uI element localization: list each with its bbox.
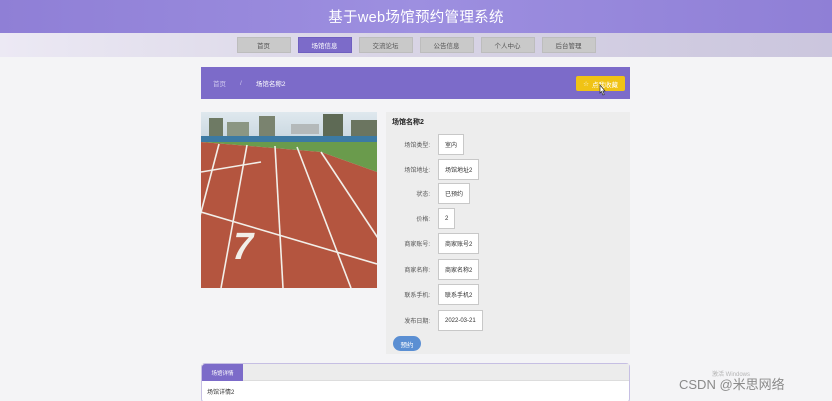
mouse-cursor-icon bbox=[599, 84, 606, 96]
field-merchant-account: 商家账号: 商家账号2 bbox=[386, 233, 630, 254]
breadcrumb: 首页 / 场馆名称2 ☆ 点我收藏 bbox=[201, 67, 630, 99]
field-value: 室内 bbox=[438, 134, 465, 155]
field-value: 2022-03-21 bbox=[438, 310, 483, 331]
tab-venue-detail[interactable]: 场馆详情 bbox=[202, 364, 243, 381]
breadcrumb-current: 场馆名称2 bbox=[255, 81, 286, 88]
field-label: 场馆地址: bbox=[404, 168, 430, 174]
field-status: 状态: 已预约 bbox=[386, 183, 630, 204]
field-venue-address: 场馆地址: 场馆地址2 bbox=[386, 159, 630, 180]
field-label: 联系手机: bbox=[404, 293, 430, 299]
field-label: 商家名称: bbox=[404, 268, 430, 274]
breadcrumb-separator: / bbox=[240, 79, 242, 87]
book-button[interactable]: 预约 bbox=[393, 336, 421, 351]
venue-info-panel: 场馆名称2 场馆类型: 室内 场馆地址: 场馆地址2 状态: 已预约 价格: 2… bbox=[386, 112, 630, 354]
field-value: 2 bbox=[438, 208, 456, 229]
field-value: 联系手机2 bbox=[438, 284, 480, 305]
nav-item-announcements[interactable]: 公告信息 bbox=[419, 37, 474, 53]
field-contact-phone: 联系手机: 联系手机2 bbox=[386, 284, 630, 305]
nav-item-home[interactable]: 首页 bbox=[236, 37, 291, 53]
venue-detail-section: 场馆详情 场馆详情2 bbox=[201, 363, 630, 401]
main-nav: 首页 场馆信息 交流论坛 公告信息 个人中心 后台管理 bbox=[0, 33, 832, 57]
nav-item-forum[interactable]: 交流论坛 bbox=[358, 37, 413, 53]
site-title: 基于web场馆预约管理系统 bbox=[328, 10, 504, 26]
field-label: 发布日期: bbox=[404, 319, 430, 325]
field-price: 价格: 2 bbox=[386, 208, 630, 229]
field-label: 商家账号: bbox=[404, 242, 430, 248]
field-value: 商家名称2 bbox=[438, 259, 480, 280]
field-label: 场馆类型: bbox=[404, 143, 430, 149]
nav-item-admin[interactable]: 后台管理 bbox=[541, 37, 596, 53]
star-icon: ☆ bbox=[583, 80, 589, 88]
field-label: 状态: bbox=[416, 192, 430, 198]
site-header: 基于web场馆预约管理系统 bbox=[0, 0, 832, 33]
csdn-watermark: CSDN @米思网络 bbox=[679, 377, 785, 392]
field-value: 场馆地址2 bbox=[438, 159, 480, 180]
field-venue-type: 场馆类型: 室内 bbox=[386, 134, 630, 155]
field-publish-date: 发布日期: 2022-03-21 bbox=[386, 310, 630, 331]
breadcrumb-home[interactable]: 首页 bbox=[213, 78, 226, 88]
field-value: 商家账号2 bbox=[438, 233, 480, 254]
field-value: 已预约 bbox=[438, 183, 471, 204]
field-merchant-name: 商家名称: 商家名称2 bbox=[386, 259, 630, 280]
field-label: 价格: bbox=[416, 217, 430, 223]
venue-title: 场馆名称2 bbox=[392, 119, 424, 126]
detail-tabbar bbox=[202, 364, 629, 381]
nav-item-profile[interactable]: 个人中心 bbox=[480, 37, 535, 53]
venue-detail-text: 场馆详情2 bbox=[207, 390, 235, 396]
nav-item-venues[interactable]: 场馆信息 bbox=[297, 37, 352, 53]
venue-photo: 7 bbox=[201, 112, 377, 288]
